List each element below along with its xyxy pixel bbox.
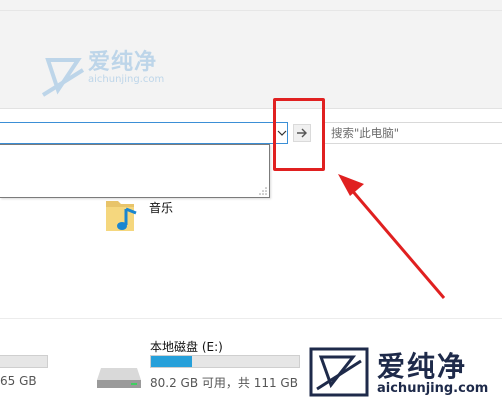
drive-e-usage-bar (150, 355, 300, 368)
watermark-top-text: 爱纯净 (88, 50, 158, 75)
watermark-top-sub: aichunjing.com (88, 74, 165, 85)
drive-left-size: 65 GB (0, 374, 37, 388)
watermark-logo-icon (41, 58, 85, 97)
drive-left-usage-bar (0, 355, 48, 368)
watermark-bottom-text: 爱纯净 (377, 350, 468, 383)
drive-e-name: 本地磁盘 (E:) (150, 340, 223, 354)
drive-e-usage-fill (151, 356, 193, 367)
drive-left-usage-fill (0, 356, 29, 367)
folder-label: 音乐 (149, 201, 174, 215)
folder-item-music[interactable]: 音乐 (104, 195, 224, 237)
drive-e-item[interactable]: 本地磁盘 (E:) 80.2 GB 可用，共 111 GB (95, 338, 315, 398)
watermark-top: 爱纯净 aichunjing.com (38, 40, 178, 120)
address-autocomplete-dropdown[interactable] (0, 144, 270, 198)
address-bar-input[interactable] (0, 122, 288, 144)
resize-grip-icon[interactable] (259, 187, 267, 195)
ribbon-divider (0, 10, 502, 11)
annotation-highlight-box (273, 98, 325, 171)
watermark-bottom: 爱纯净 aichunjing.com (303, 343, 502, 401)
section-divider (0, 318, 502, 319)
search-input[interactable]: 搜索"此电脑" (322, 122, 502, 144)
watermark-logo-icon (309, 347, 369, 397)
music-folder-icon (106, 201, 137, 231)
drive-e-detail: 80.2 GB 可用，共 111 GB (150, 376, 298, 390)
hard-drive-icon (97, 368, 141, 388)
watermark-bottom-sub: aichunjing.com (377, 381, 489, 396)
